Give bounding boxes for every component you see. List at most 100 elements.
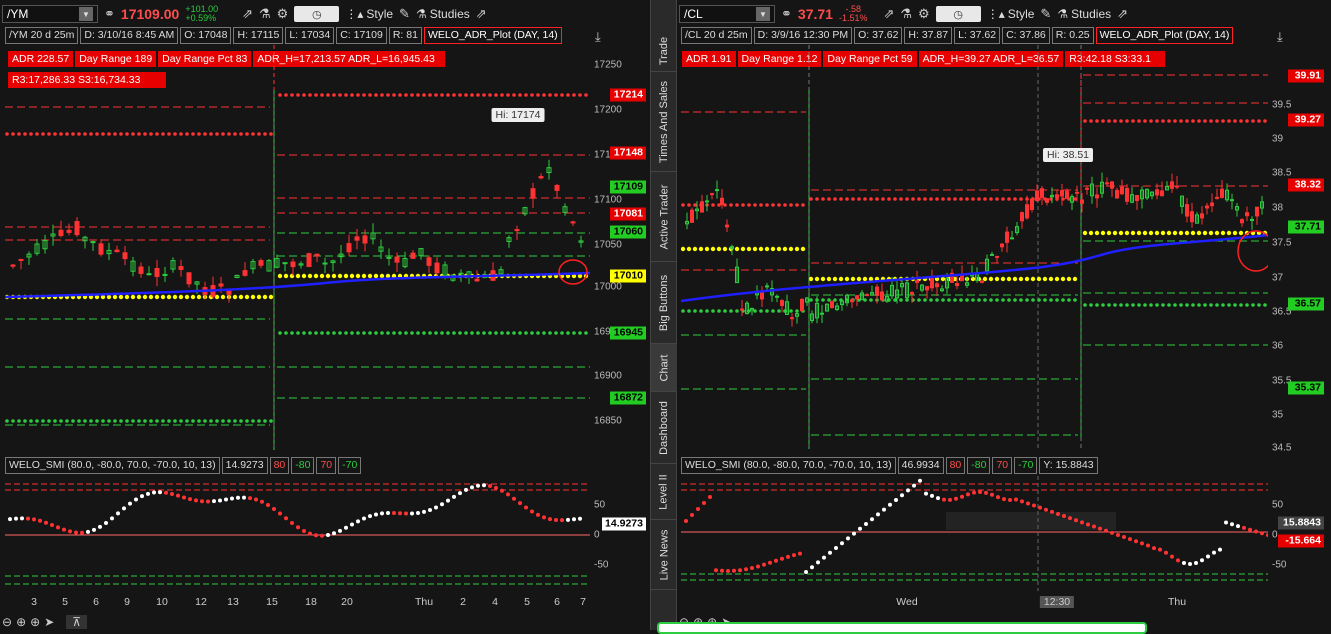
- candle: [775, 295, 779, 298]
- study-label[interactable]: WELO_ADR_Plot (DAY, 14): [1095, 27, 1234, 44]
- time-frame-button[interactable]: ◷: [294, 6, 340, 22]
- oscillator-dot: [338, 528, 342, 533]
- osc-axis[interactable]: 50 0 -50 15.8843 -15.664: [1268, 476, 1324, 591]
- level-dot: [977, 197, 981, 201]
- oscillator-dot: [972, 490, 976, 495]
- collapse-icon[interactable]: ⤓: [1277, 29, 1283, 45]
- level-dot: [710, 246, 716, 252]
- level-dot: [124, 294, 130, 300]
- tab-chart[interactable]: Chart: [651, 344, 677, 392]
- gear-icon[interactable]: ⚙: [277, 6, 289, 22]
- price-axis[interactable]: 39.5 39 38.5 38 37.5 37 36.5 36 35.5 35 34.5 39.91 3…: [1268, 45, 1324, 454]
- level-dot: [137, 132, 141, 136]
- oscillator-dot: [86, 529, 90, 534]
- drawing-icon[interactable]: ⊼: [66, 615, 88, 629]
- popup-window[interactable]: [657, 622, 1147, 634]
- level-dot: [752, 246, 758, 252]
- zoom-reset-icon[interactable]: ⊕: [30, 615, 40, 629]
- level-dot: [765, 309, 769, 313]
- oscillator-plot[interactable]: [681, 476, 1268, 591]
- oscillator-plot[interactable]: [5, 476, 590, 591]
- study-label[interactable]: WELO_ADR_Plot (DAY, 14): [423, 27, 562, 44]
- level-dot: [209, 132, 213, 136]
- level-dot: [71, 419, 75, 423]
- price-axis[interactable]: 17250 17200 17150 17100 17050 17000 16950 16900…: [590, 45, 646, 450]
- collapse-icon[interactable]: ⤓: [595, 29, 601, 45]
- candle: [554, 184, 560, 191]
- level-dot: [1155, 119, 1159, 123]
- flask-icon: ⚗: [415, 7, 427, 21]
- zoom-out-icon[interactable]: ⊖: [2, 615, 12, 629]
- link-icon[interactable]: ⚭: [781, 6, 792, 22]
- symbol-selector[interactable]: /YM ▼: [2, 5, 98, 23]
- level-dot: [332, 331, 336, 335]
- level-dot: [440, 93, 444, 97]
- tab-level-ii[interactable]: Level II: [651, 464, 677, 520]
- flask-icon[interactable]: ⚗: [900, 6, 912, 22]
- tab-live-news[interactable]: Live News: [651, 520, 677, 590]
- time-axis[interactable]: 3 5 6 9 10 12 13 15 18 20 Thu 2 4 5 6 7: [5, 596, 590, 610]
- time-axis[interactable]: Wed 12:30 Thu: [681, 596, 1268, 610]
- level-dot: [1263, 303, 1267, 307]
- zoom-in-icon[interactable]: ⊕: [16, 615, 26, 629]
- pointer-icon[interactable]: ➤: [44, 615, 54, 629]
- level-dot: [821, 197, 825, 201]
- share-icon[interactable]: ⇗: [883, 6, 894, 22]
- level-dot: [1124, 230, 1130, 236]
- pencil-icon[interactable]: ✎: [399, 6, 410, 22]
- tab-times-and-sales[interactable]: Times And Sales: [651, 72, 677, 172]
- level-dot: [1155, 303, 1159, 307]
- level-dot: [350, 331, 354, 335]
- level-dot: [296, 93, 300, 97]
- level-dot: [1112, 230, 1118, 236]
- tab-active-trader[interactable]: Active Trader: [651, 172, 677, 262]
- level-dot: [584, 331, 588, 335]
- tab-big-buttons[interactable]: Big Buttons: [651, 262, 677, 344]
- chevron-down-icon[interactable]: ▼: [756, 7, 770, 21]
- symbol-selector[interactable]: /CL ▼: [679, 5, 775, 23]
- level-dot: [536, 331, 540, 335]
- x-tick-label: 20: [341, 596, 353, 608]
- level-dot: [548, 93, 552, 97]
- level-dot: [125, 132, 129, 136]
- chevron-down-icon[interactable]: ▼: [79, 7, 93, 21]
- time-frame-button[interactable]: ◷: [935, 6, 981, 22]
- link-icon[interactable]: ⚭: [104, 6, 115, 22]
- osc-axis[interactable]: 50 0 -50 14.9273: [590, 476, 646, 591]
- flask-icon[interactable]: ⚗: [259, 6, 271, 22]
- level-dot: [155, 419, 159, 423]
- level-dot: [422, 93, 426, 97]
- price-change: -.58 -1.51%: [839, 5, 868, 23]
- style-button[interactable]: ⋮▴ Style: [345, 7, 393, 21]
- price-plot[interactable]: [681, 45, 1268, 450]
- tab-label: Big Buttons: [658, 274, 671, 331]
- oscillator-dot: [1056, 511, 1060, 516]
- candle: [955, 283, 959, 287]
- level-dot: [917, 197, 921, 201]
- tab-trade[interactable]: Trade: [651, 30, 677, 72]
- oscillator-dot: [744, 567, 748, 572]
- gear-icon[interactable]: ⚙: [918, 6, 930, 22]
- level-dot: [119, 132, 123, 136]
- studies-button[interactable]: ⚗ Studies: [416, 7, 470, 21]
- level-dot: [1125, 119, 1129, 123]
- level-dot: [89, 132, 93, 136]
- level-dot: [1185, 303, 1189, 307]
- last-price: 17109.00: [120, 6, 180, 22]
- candle: [1085, 187, 1089, 190]
- share-icon[interactable]: ⇗: [476, 6, 487, 22]
- style-button[interactable]: ⋮▴ Style: [987, 7, 1035, 21]
- y-tick-label: 16900: [594, 370, 622, 382]
- share-icon[interactable]: ⇗: [1117, 6, 1128, 22]
- studies-button[interactable]: ⚗ Studies: [1057, 7, 1111, 21]
- candle: [346, 243, 352, 253]
- price-plot[interactable]: [5, 45, 590, 450]
- tab-dashboard[interactable]: Dashboard: [651, 392, 677, 464]
- level-dot: [268, 294, 274, 300]
- share-icon[interactable]: ⇗: [242, 6, 253, 22]
- price-level-label: 17148: [610, 146, 646, 160]
- level-dot: [1007, 197, 1011, 201]
- oscillator-dot: [1188, 561, 1192, 566]
- pencil-icon[interactable]: ✎: [1040, 6, 1051, 22]
- oscillator-dot: [302, 528, 306, 533]
